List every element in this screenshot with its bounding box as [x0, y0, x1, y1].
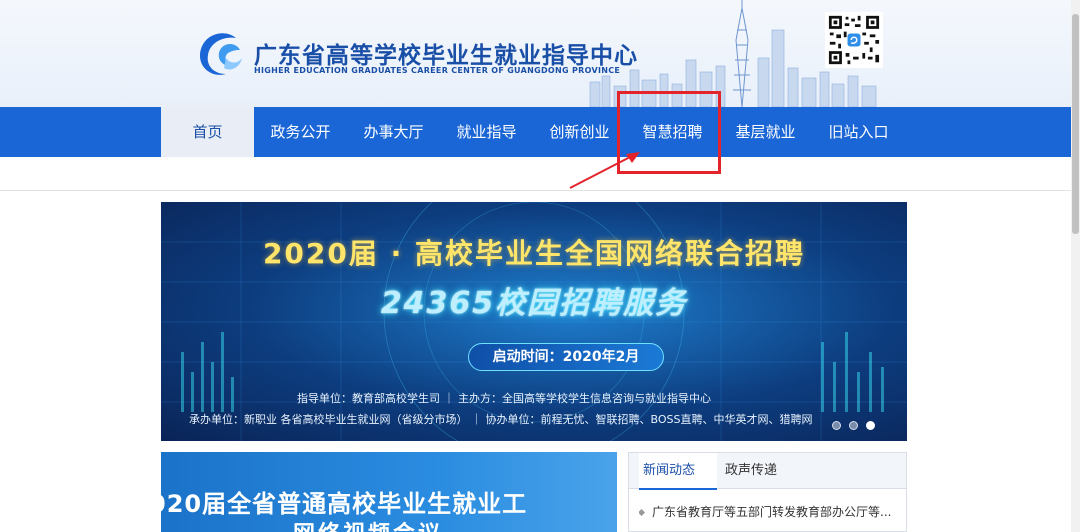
nav-item-service-hall[interactable]: 办事大厅	[347, 107, 440, 157]
video-caption-line1: 020届全省普通高校毕业生就业工	[161, 490, 528, 518]
swirl-logo-icon[interactable]	[196, 28, 244, 78]
site-subtitle: HIGHER EDUCATION GRADUATES CAREER CENTER…	[254, 66, 621, 75]
red-arrow-annotation-icon	[569, 152, 640, 189]
news-panel: 新闻动态 政声传递 广东省教育厅等五部门转发教育部办公厅等...	[628, 452, 907, 532]
main-nav: 首页 政务公开 办事大厅 就业指导 创新创业 智慧招聘 基层就业 旧站入口	[161, 107, 905, 157]
diamond-bullet-icon	[639, 508, 646, 517]
nav-item-grassroots-employment[interactable]: 基层就业	[719, 107, 812, 157]
page: 广东省高等学校毕业生就业指导中心 HIGHER EDUCATION GRADUA…	[0, 0, 1080, 532]
qr-code-icon[interactable]	[825, 12, 883, 68]
scrollbar-thumb[interactable]	[1072, 14, 1079, 234]
carousel-dots	[832, 421, 875, 430]
nav-item-career-guidance[interactable]: 就业指导	[440, 107, 533, 157]
banner-start-date: 启动时间：2020年2月	[468, 343, 664, 371]
carousel-dot-active[interactable]	[866, 421, 875, 430]
site-title[interactable]: 广东省高等学校毕业生就业指导中心	[254, 36, 638, 70]
site-header: 广东省高等学校毕业生就业指导中心 HIGHER EDUCATION GRADUA…	[0, 0, 1080, 107]
nav-divider	[0, 190, 1080, 191]
hero-banner[interactable]: 2020届 · 高校毕业生全国网络联合招聘 24365校园招聘服务 启动时间：2…	[161, 202, 907, 441]
tab-policy-voice[interactable]: 政声传递	[725, 453, 797, 489]
banner-cohost-line: 承办单位：新职业 各省高校毕业生就业网（省级分市场） ｜ 协办单位：前程无忧、智…	[189, 413, 813, 426]
nav-item-home[interactable]: 首页	[161, 107, 254, 157]
banner-title: 2020届 · 高校毕业生全国网络联合招聘	[262, 237, 806, 270]
nav-item-government-affairs[interactable]: 政务公开	[254, 107, 347, 157]
carousel-dot[interactable]	[832, 421, 841, 430]
carousel-dot[interactable]	[849, 421, 858, 430]
news-list-item[interactable]: 广东省教育厅等五部门转发教育部办公厅等...	[639, 503, 901, 520]
featured-video-thumbnail[interactable]: 020届全省普通高校毕业生就业工 网络视频会议	[161, 452, 617, 532]
main-nav-bar: 首页 政务公开 办事大厅 就业指导 创新创业 智慧招聘 基层就业 旧站入口	[0, 107, 1080, 157]
page-scrollbar[interactable]	[1071, 0, 1080, 532]
nav-item-old-site[interactable]: 旧站入口	[812, 107, 905, 157]
news-tabs: 新闻动态 政声传递	[629, 453, 906, 490]
video-caption-line2: 网络视频会议	[293, 516, 443, 532]
banner-organizer-line: 指导单位：教育部高校学生司 ｜ 主办方：全国高等学校学生信息咨询与就业指导中心	[297, 392, 711, 405]
tab-news-updates[interactable]: 新闻动态	[639, 453, 717, 490]
banner-subtitle: 24365校园招聘服务	[380, 286, 688, 321]
